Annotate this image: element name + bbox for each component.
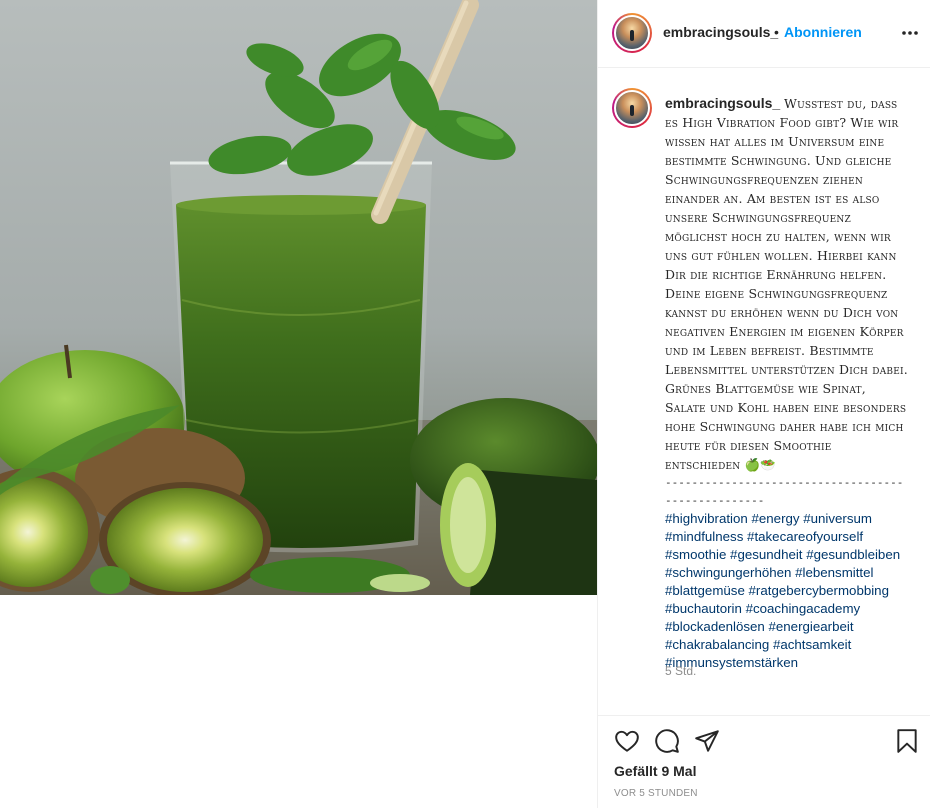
hashtag[interactable]: #ratgebercybermobbing [749, 583, 889, 598]
caption: embracingsouls_ Wusstest du, dass es Hig… [665, 94, 910, 672]
hashtag[interactable]: #highvibration [665, 511, 752, 526]
hashtag[interactable]: #lebensmittel [795, 565, 873, 580]
likes-count[interactable]: Gefällt 9 Mal [614, 763, 696, 779]
caption-area: embracingsouls_ Wusstest du, dass es Hig… [598, 69, 930, 715]
caption-avatar[interactable] [612, 88, 652, 128]
hashtag[interactable]: #chakrabalancing [665, 637, 773, 652]
hashtag[interactable]: #achtsamkeit [773, 637, 851, 652]
hashtag[interactable]: #blockadenlösen [665, 619, 769, 634]
hashtag[interactable]: #buchautorin [665, 601, 746, 616]
post-photo[interactable] [0, 0, 597, 595]
bookmark-icon[interactable] [894, 728, 920, 754]
action-bar: Gefällt 9 Mal vor 5 Stunden [598, 715, 930, 808]
follow-button[interactable]: Abonnieren [784, 24, 862, 40]
hashtag[interactable]: #mindfulness [665, 529, 747, 544]
comment-icon[interactable] [654, 728, 680, 754]
header-separator: • [774, 24, 779, 40]
caption-divider: ----------------------------------------… [665, 476, 904, 507]
hashtag[interactable]: #energy [752, 511, 804, 526]
post-side-panel: embracingsouls_ • Abonnieren embracingso… [597, 0, 930, 808]
more-dots-icon[interactable] [900, 22, 920, 42]
caption-text: Wusstest du, dass es High Vibration Food… [665, 96, 908, 472]
hashtag[interactable]: #energiearbeit [769, 619, 854, 634]
hashtag[interactable]: #gesundbleiben [806, 547, 900, 562]
post-timestamp: vor 5 Stunden [614, 788, 698, 799]
header-username[interactable]: embracingsouls_ [663, 24, 778, 40]
hashtag[interactable]: #gesundheit [730, 547, 806, 562]
post-header: embracingsouls_ • Abonnieren [598, 0, 930, 68]
hashtag[interactable]: #takecareofyourself [747, 529, 863, 544]
heart-icon[interactable] [614, 728, 640, 754]
avatar[interactable] [612, 13, 652, 53]
smoothie-photo-illustration [0, 0, 597, 595]
caption-username[interactable]: embracingsouls_ [665, 95, 780, 111]
photo-bottom-whitespace [0, 595, 597, 808]
instagram-post: embracingsouls_ • Abonnieren embracingso… [0, 0, 930, 808]
paper-plane-icon[interactable] [694, 728, 720, 754]
caption-age: 5 Std. [665, 664, 697, 678]
hashtag[interactable]: #blattgemüse [665, 583, 749, 598]
hashtag[interactable]: #universum [803, 511, 872, 526]
hashtag-list: #highvibration #energy #universum #mindf… [665, 510, 910, 672]
hashtag[interactable]: #schwingungerhöhen [665, 565, 795, 580]
hashtag[interactable]: #smoothie [665, 547, 730, 562]
hashtag[interactable]: #coachingacademy [746, 601, 861, 616]
